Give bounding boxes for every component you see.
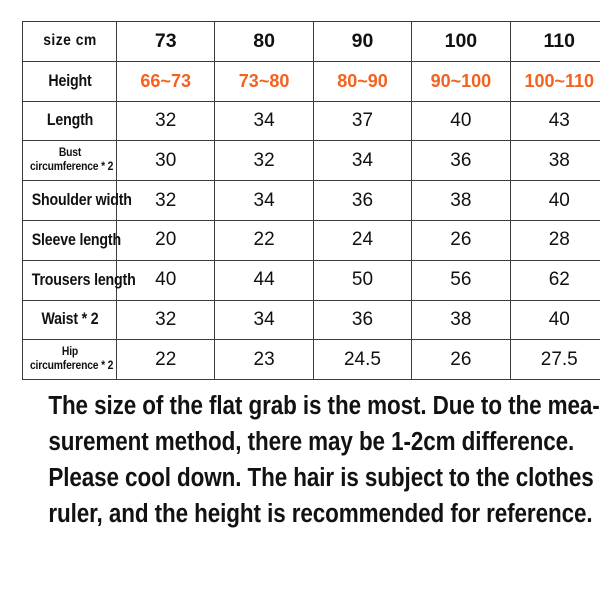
cell-sleeve-80: 22	[214, 219, 314, 261]
row-label-height: Height	[28, 60, 111, 102]
row-label-shoulder-width: Shoulder width	[28, 180, 131, 221]
cell-height-100: 90~100	[411, 60, 511, 102]
row-label-bust-line1: Bust	[58, 147, 81, 160]
cell-height-73: 66~73	[115, 60, 216, 102]
header-size-110: 110	[509, 21, 600, 62]
row-label-length: Length	[28, 100, 111, 142]
cell-length-110: 43	[509, 100, 600, 142]
cell-shoulder-80: 34	[214, 180, 314, 221]
header-size-80: 80	[214, 21, 314, 62]
cell-hip-80: 23	[214, 339, 314, 381]
size-chart-page: size cm 73 80 90 100 110 Height 66~73 73…	[0, 0, 600, 600]
row-label-bust-circumference: Bust circumference * 2	[26, 140, 113, 182]
size-table-body: size cm 73 80 90 100 110 Height 66~73 73…	[23, 21, 600, 381]
header-size-73: 73	[115, 21, 216, 62]
cell-length-100: 40	[411, 100, 511, 142]
cell-shoulder-100: 38	[411, 180, 511, 221]
size-table-container: size cm 73 80 90 100 110 Height 66~73 73…	[22, 21, 600, 381]
row-label-hip-line1: Hip	[61, 346, 78, 359]
table-header-row: size cm 73 80 90 100 110	[23, 21, 600, 62]
cell-trousers-80: 44	[214, 259, 314, 301]
cell-hip-100: 26	[411, 339, 511, 381]
cell-waist-80: 34	[214, 299, 314, 341]
table-row: Shoulder width 32 34 36 38 40	[23, 180, 600, 221]
table-row: Trousers length 40 44 50 56 62	[23, 259, 600, 301]
table-row: Height 66~73 73~80 80~90 90~100 100~110	[23, 60, 600, 102]
note-line-2: surement method, there may be 1-2cm diff…	[48, 428, 575, 456]
cell-height-80: 73~80	[214, 60, 314, 102]
cell-sleeve-110: 28	[509, 219, 600, 261]
cell-hip-90: 24.5	[312, 339, 413, 381]
table-row: Waist * 2 32 34 36 38 40	[23, 299, 600, 341]
cell-height-110: 100~110	[509, 60, 600, 102]
size-table: size cm 73 80 90 100 110 Height 66~73 73…	[22, 21, 600, 381]
cell-waist-110: 40	[509, 299, 600, 341]
cell-length-90: 37	[312, 100, 413, 142]
header-label-size-cm: size cm	[26, 21, 113, 62]
note-line-1: The size of the flat grab is the most. D…	[48, 392, 600, 420]
table-row: Sleeve length 20 22 24 26 28	[23, 219, 600, 261]
header-size-100: 100	[411, 21, 511, 62]
cell-hip-110: 27.5	[509, 339, 600, 381]
cell-shoulder-90: 36	[312, 180, 413, 221]
table-row: Length 32 34 37 40 43	[23, 100, 600, 142]
row-label-hip-line2: circumference * 2	[29, 359, 113, 372]
cell-length-80: 34	[214, 100, 314, 142]
cell-waist-90: 36	[312, 299, 413, 341]
row-label-waist: Waist * 2	[28, 299, 111, 341]
cell-trousers-100: 56	[411, 259, 511, 301]
cell-height-90: 80~90	[312, 60, 413, 102]
cell-bust-110: 38	[509, 140, 600, 182]
measurement-note: The size of the flat grab is the most. D…	[14, 388, 600, 532]
note-line-3: Please cool down. The hair is subject to…	[48, 464, 594, 492]
cell-shoulder-110: 40	[509, 180, 600, 221]
cell-bust-80: 32	[214, 140, 314, 182]
row-label-trousers-length: Trousers length	[28, 259, 135, 301]
cell-waist-100: 38	[411, 299, 511, 341]
cell-length-73: 32	[115, 100, 216, 142]
cell-sleeve-90: 24	[312, 219, 413, 261]
header-size-90: 90	[312, 21, 413, 62]
row-label-bust-line2: circumference * 2	[29, 160, 113, 173]
cell-waist-73: 32	[115, 299, 216, 341]
table-row: Hip circumference * 2 22 23 24.5 26 27.5	[23, 339, 600, 381]
table-row: Bust circumference * 2 30 32 34 36 38	[23, 140, 600, 182]
note-line-4: ruler, and the height is recommended for…	[48, 500, 593, 528]
cell-bust-100: 36	[411, 140, 511, 182]
cell-bust-90: 34	[312, 140, 413, 182]
row-label-sleeve-length: Sleeve length	[28, 219, 121, 261]
cell-sleeve-73: 20	[115, 219, 216, 261]
cell-sleeve-100: 26	[411, 219, 511, 261]
row-label-hip-circumference: Hip circumference * 2	[26, 339, 113, 381]
cell-hip-73: 22	[115, 339, 216, 381]
cell-bust-73: 30	[115, 140, 216, 182]
cell-trousers-110: 62	[509, 259, 600, 301]
cell-trousers-90: 50	[312, 259, 413, 301]
